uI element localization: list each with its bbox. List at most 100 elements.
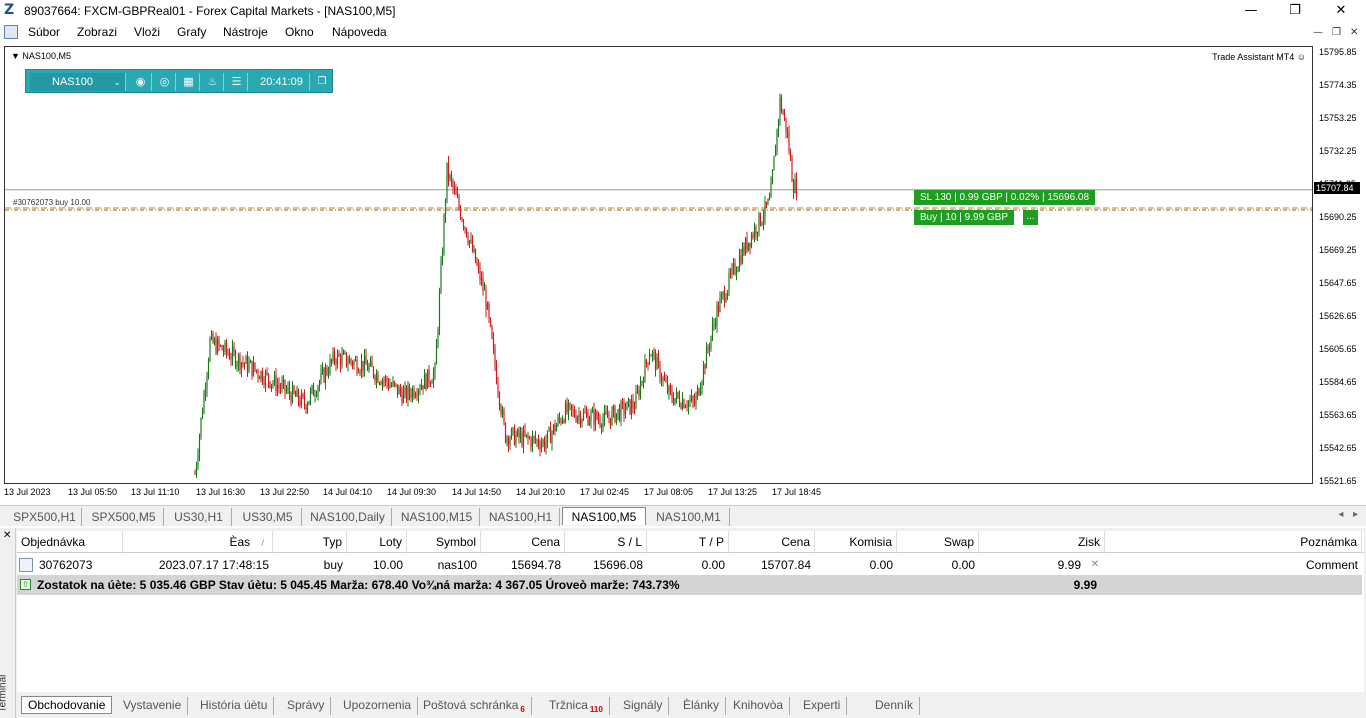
candle-body xyxy=(269,381,271,388)
stop-loss-badge[interactable]: SL 130 | 0.99 GBP | 0.02% | 15696.08 xyxy=(914,190,1096,205)
candle-body xyxy=(753,227,756,238)
candle-body xyxy=(374,376,376,382)
minimize-icon[interactable]: — xyxy=(1228,0,1274,22)
calendar-icon[interactable]: ▦ xyxy=(178,73,200,91)
candle-body xyxy=(408,386,411,395)
terminal-tab[interactable]: Experti xyxy=(797,697,848,715)
candle-body xyxy=(381,380,384,385)
candle-body xyxy=(777,120,780,130)
candle-body xyxy=(596,411,598,419)
restore-icon[interactable]: ❐ xyxy=(1272,0,1318,22)
chart-tab[interactable]: NAS100,H1 xyxy=(482,508,560,526)
chart-tab[interactable]: SPX500,M5 xyxy=(84,508,164,526)
terminal-tab[interactable]: Signály xyxy=(617,697,670,715)
col-tp[interactable]: T / P xyxy=(647,531,729,553)
terminal-tab[interactable]: Knihovòa xyxy=(727,697,791,715)
trade-assistant-label[interactable]: Trade Assistant MT4 ☺ xyxy=(1212,52,1306,62)
menu-subor[interactable]: Súbor xyxy=(28,25,60,39)
candle-body xyxy=(375,373,378,382)
col-comment[interactable]: Poznámka xyxy=(1105,531,1362,553)
col-sl[interactable]: S / L xyxy=(565,531,647,553)
time-tick-label: 13 Jul 05:50 xyxy=(68,487,118,497)
candle-body xyxy=(734,263,736,274)
candle-body xyxy=(242,362,244,364)
tab-scroll-arrows-icon[interactable]: ◂ ▸ xyxy=(1338,509,1358,520)
menu-nastroje[interactable]: Nástroje xyxy=(223,25,268,39)
menu-vlozi[interactable]: Vloži xyxy=(134,25,160,39)
chart-tab[interactable]: NAS100,Daily xyxy=(304,508,392,526)
chart-tab[interactable]: US30,H1 xyxy=(166,508,232,526)
position-more-button[interactable]: ... xyxy=(1022,210,1038,225)
menu-grafy[interactable]: Grafy xyxy=(177,25,206,39)
col-profit[interactable]: Zisk xyxy=(979,531,1105,553)
terminal-tab[interactable]: Vystavenie xyxy=(117,697,189,715)
table-row[interactable]: 30762073 2023.07.17 17:48:15 buy 10.00 n… xyxy=(17,555,1364,575)
terminal-close-icon[interactable]: ✕ xyxy=(3,530,11,541)
close-icon[interactable]: ✕ xyxy=(1318,0,1364,22)
chart-window-icon[interactable] xyxy=(4,25,18,39)
candle-body xyxy=(578,414,580,417)
chart-tab[interactable]: NAS100,M15 xyxy=(394,508,480,526)
terminal-tab[interactable]: Denník xyxy=(869,697,921,715)
terminal-tab[interactable]: Tržnica 110 xyxy=(543,697,610,715)
col-commission[interactable]: Komisia xyxy=(815,531,897,553)
time-tick-label: 13 Jul 16:30 xyxy=(196,487,246,497)
candle-body xyxy=(461,218,463,221)
col-current-price[interactable]: Cena xyxy=(729,531,815,553)
candlestick-chart[interactable] xyxy=(5,47,1312,483)
col-lots[interactable]: Loty xyxy=(347,531,407,553)
col-swap[interactable]: Swap xyxy=(897,531,979,553)
time-tick-label: 13 Jul 11:10 xyxy=(131,487,180,497)
mdi-restore-icon[interactable]: ❐ xyxy=(1332,27,1341,38)
menu-bar: Súbor Zobrazi Vloži Grafy Nástroje Okno … xyxy=(0,22,1366,43)
symbol-select[interactable]: NAS100 ⌄ xyxy=(30,73,126,91)
bell-icon[interactable]: ♨ xyxy=(202,73,224,91)
candle-body xyxy=(237,355,240,364)
menu-okno[interactable]: Okno xyxy=(285,25,314,39)
terminal-tabs: Obchodovanie Vystavenie História úètu Správ… xyxy=(17,692,1366,718)
candle-body xyxy=(452,180,454,188)
menu-napoveda[interactable]: Nápoveda xyxy=(332,25,387,39)
col-time[interactable]: Èas / xyxy=(123,531,273,553)
price-tick-label: 15563.65 xyxy=(1319,410,1357,420)
col-order[interactable]: Objednávka xyxy=(17,531,123,553)
terminal-tab[interactable]: História úètu xyxy=(194,697,275,715)
chart-tab[interactable]: SPX500,H1 xyxy=(8,508,82,526)
camera-icon[interactable]: ◉ xyxy=(130,73,152,91)
terminal-tab[interactable]: Obchodovanie xyxy=(21,696,113,714)
candle-body xyxy=(366,364,369,371)
mdi-close-icon[interactable]: ✕ xyxy=(1350,27,1358,38)
candle-body xyxy=(410,394,412,398)
time-tick-label: 13 Jul 22:50 xyxy=(260,487,310,497)
terminal-tab-label: Obchodovanie xyxy=(28,698,106,712)
mdi-minimize-icon[interactable]: — xyxy=(1313,27,1323,38)
eye-icon[interactable]: ◎ xyxy=(154,73,176,91)
window-icon[interactable]: ❐ xyxy=(314,73,330,91)
terminal-tab[interactable]: Upozornenia xyxy=(337,697,419,715)
candle-body xyxy=(752,234,754,238)
menu-zobrazi[interactable]: Zobrazi xyxy=(77,25,117,39)
cell-current-price: 15707.84 xyxy=(760,558,811,572)
close-order-icon[interactable]: ✕ xyxy=(1085,555,1105,575)
candle-body xyxy=(725,298,727,302)
chart-tab[interactable]: US30,M5 xyxy=(234,508,302,526)
candle-body xyxy=(572,409,574,411)
buy-position-badge[interactable]: Buy | 10 | 9.99 GBP xyxy=(914,210,1015,225)
candle-body xyxy=(503,409,505,424)
col-symbol[interactable]: Symbol xyxy=(407,531,481,553)
candle-body xyxy=(500,405,502,415)
candle-body xyxy=(545,441,547,449)
candle-body xyxy=(282,379,285,383)
terminal-tab[interactable]: Poštová schránka 6 xyxy=(417,697,532,715)
chart-tab[interactable]: NAS100,M1 xyxy=(648,508,730,526)
terminal-tab[interactable]: Èlánky xyxy=(677,697,727,715)
candle-body xyxy=(387,382,390,388)
candle-body xyxy=(744,238,747,254)
chart-area[interactable]: ▼ NAS100,M5 Trade Assistant MT4 ☺ NAS100… xyxy=(4,46,1313,484)
chart-tab-active[interactable]: NAS100,M5 xyxy=(562,507,646,525)
col-type[interactable]: Typ xyxy=(273,531,347,553)
menu-icon[interactable]: ☰ xyxy=(226,73,248,91)
candle-body xyxy=(771,170,774,184)
col-price[interactable]: Cena xyxy=(481,531,565,553)
terminal-tab[interactable]: Správy xyxy=(281,697,332,715)
